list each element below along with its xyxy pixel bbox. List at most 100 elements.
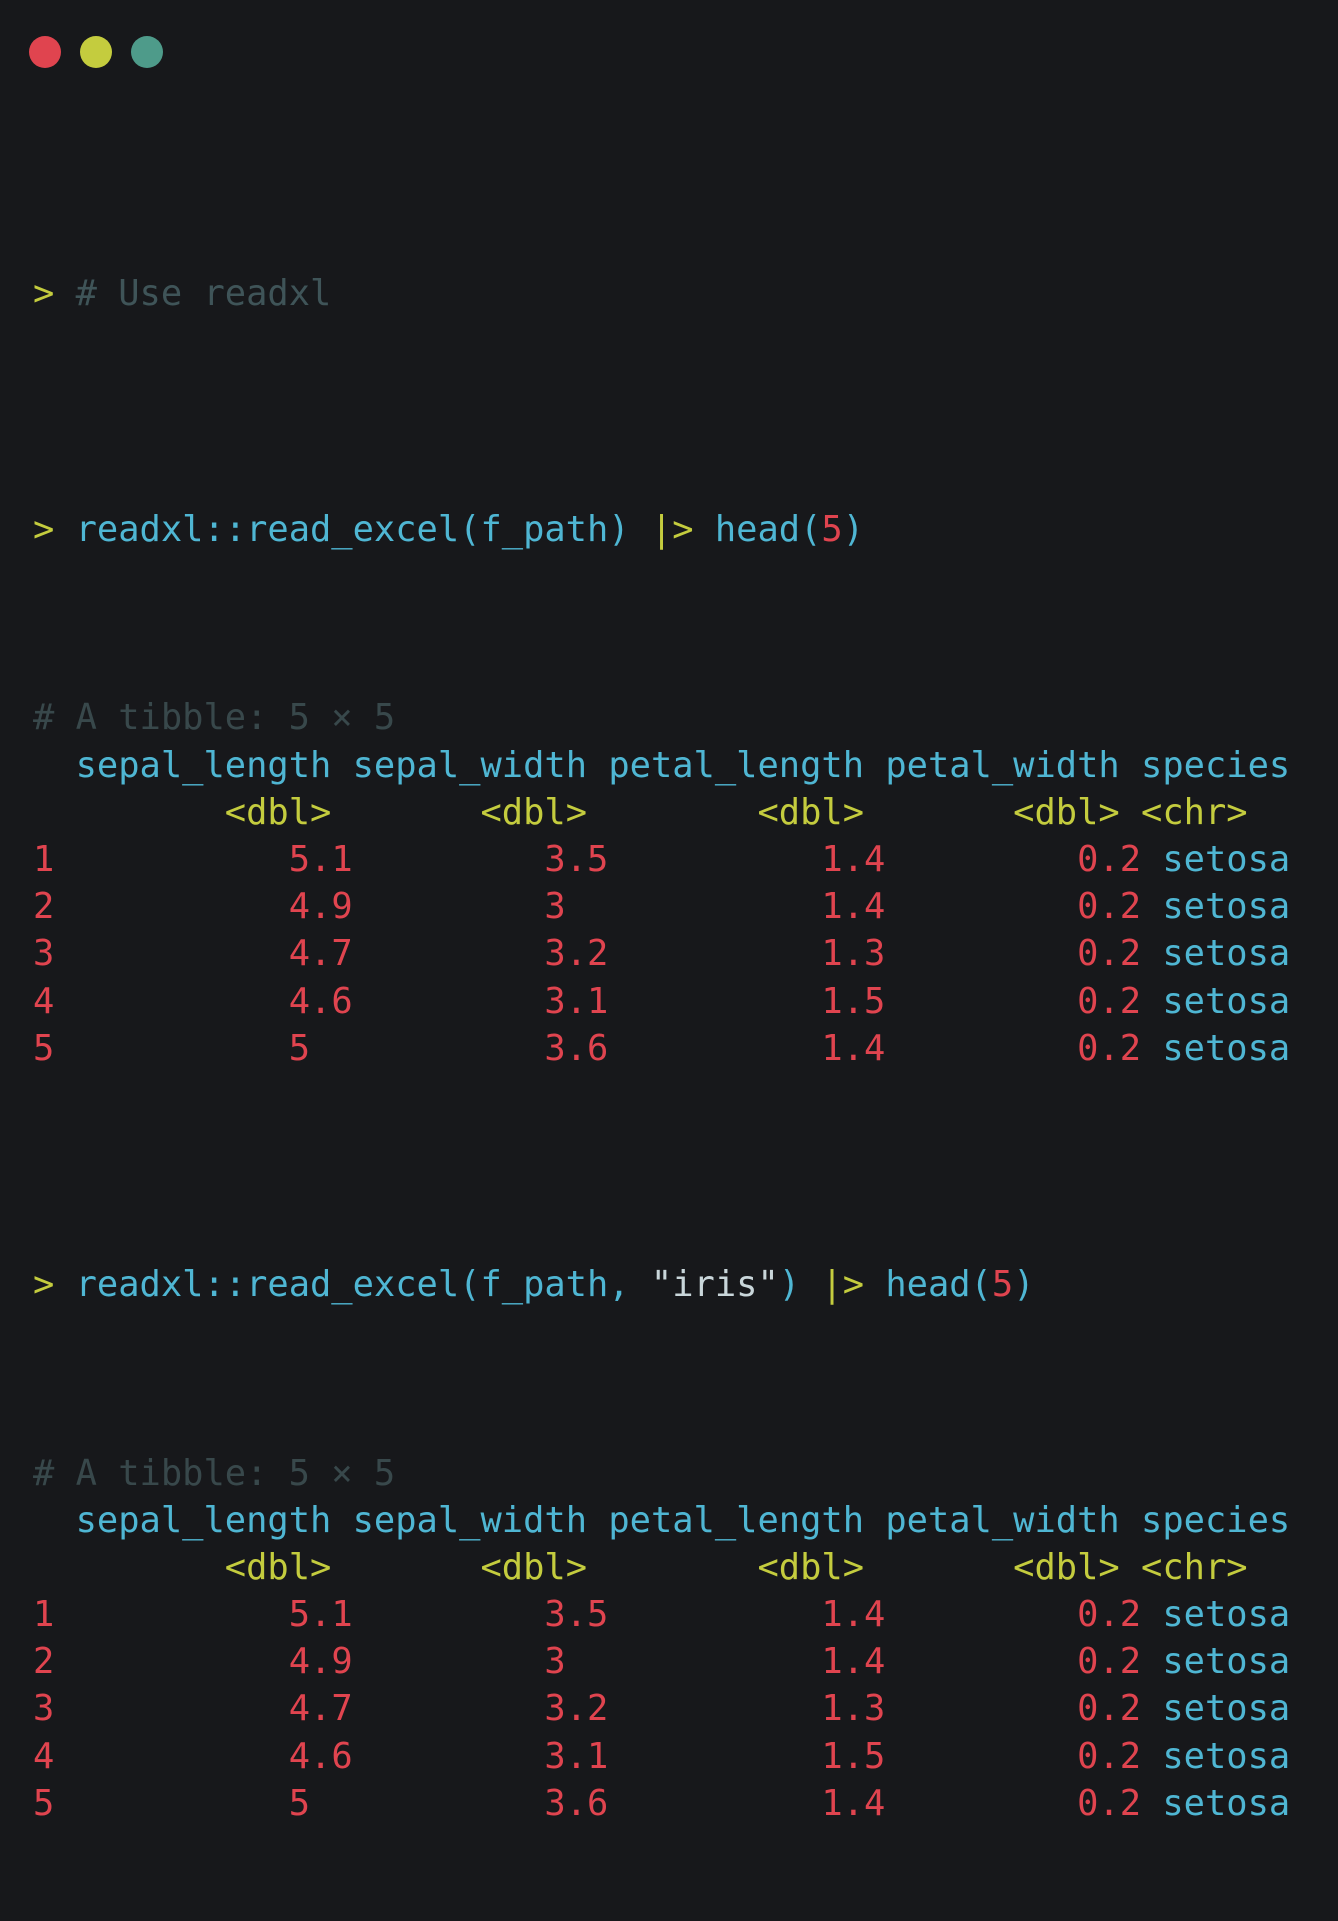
table-row: 2 4.9 3 1.4 0.2 setosa [33,1638,1290,1685]
table-row: 4 4.6 3.1 1.5 0.2 setosa [33,1733,1290,1780]
minimize-window-button[interactable] [80,36,112,68]
column-type: <dbl> [75,791,332,833]
head-argument: 5 [991,1263,1014,1305]
table-cell: 4.7 [96,1688,353,1730]
table-cell: 0.2 [906,980,1142,1022]
column-type: <dbl> [352,791,588,833]
tibble-dimensions: # A tibble: 5 × 5 [33,1452,396,1494]
close-window-button[interactable] [29,36,61,68]
close-paren: ) [842,508,865,550]
table-cell: 0.2 [906,1027,1142,1069]
table-cell: 3.2 [373,1688,609,1730]
table-cell: 4.7 [96,933,353,975]
column-name: sepal_width [352,1499,588,1541]
table-cell: setosa [1162,1594,1291,1636]
read-excel-call: readxl::read_excel(f_path) [75,508,630,550]
table-row: 2 4.9 3 1.4 0.2 setosa [33,883,1290,930]
table-cell: 3.1 [373,1735,609,1777]
prompt-symbol: > [33,272,55,314]
table-cell: setosa [1162,980,1291,1022]
table-cell: 3.1 [373,980,609,1022]
head-call: head( [714,508,822,550]
column-name: sepal_length [75,744,332,786]
column-type-row: <dbl> <dbl> <dbl> <dbl> <chr> [33,789,1290,836]
table-cell: 5.1 [96,838,353,880]
table-cell: 5.1 [96,1594,353,1636]
column-name: petal_width [885,744,1120,786]
table-cell: 4.9 [96,1641,353,1683]
column-type: <dbl> [608,791,865,833]
column-header-row: sepal_length sepal_width petal_length pe… [33,742,1291,789]
tibble-header: # A tibble: 5 × 5 [33,1450,1290,1497]
table-cell: 0.2 [906,838,1142,880]
row-number: 1 [33,838,55,880]
table-cell: setosa [1162,1782,1291,1824]
column-type-row: <dbl> <dbl> <dbl> <dbl> <chr> [33,1544,1290,1591]
row-number: 5 [33,1782,55,1824]
console-output: > # Use readxl > readxl::read_excel(f_pa… [33,128,1290,1921]
column-header-row: sepal_length sepal_width petal_length pe… [33,1497,1291,1544]
table-row: 1 5.1 3.5 1.4 0.2 setosa [33,836,1290,883]
column-type: <dbl> [608,1546,865,1588]
table-cell: 0.2 [906,886,1142,928]
row-number: 4 [33,980,55,1022]
close-paren: ) [1013,1263,1035,1305]
table-cell: setosa [1162,838,1291,880]
close-paren: ) [778,1263,801,1305]
table-cell: setosa [1162,933,1291,975]
table-cell: 1.4 [629,1782,886,1824]
table-row: 5 5 3.6 1.4 0.2 setosa [33,1025,1290,1072]
column-type: <chr> [1141,791,1248,833]
table-cell: setosa [1162,1641,1291,1683]
tibble-header: # A tibble: 5 × 5 [33,694,1290,741]
window-controls [29,36,163,68]
table-cell: 1.4 [629,1027,886,1069]
table-cell: 4.6 [96,1735,353,1777]
column-name: species [1141,1499,1291,1541]
comment-command-line: > # Use readxl [33,270,1290,317]
column-type: <chr> [1141,1546,1248,1588]
table-row: 4 4.6 3.1 1.5 0.2 setosa [33,978,1290,1025]
column-name: petal_length [608,1499,865,1541]
row-number: 4 [33,1735,55,1777]
pipe-operator: |> [650,508,694,550]
head-call: head( [885,1263,992,1305]
row-number: 1 [33,1594,55,1636]
table-cell: 5 [96,1782,353,1824]
pipe-operator: |> [821,1263,865,1305]
table-cell: 1.3 [629,933,886,975]
table-cell: setosa [1162,1735,1291,1777]
command-line-1: > readxl::read_excel(f_path) |> head(5) [33,506,1290,553]
table-cell: setosa [1162,886,1291,928]
table-cell: 3.5 [373,1594,609,1636]
column-name: petal_length [608,744,865,786]
sheet-argument: "iris" [650,1263,779,1305]
column-name: sepal_length [75,1499,332,1541]
table-cell: 1.4 [629,838,886,880]
command-line-2: > readxl::read_excel(f_path, "iris") |> … [33,1261,1290,1308]
table-cell: 1.5 [629,980,886,1022]
table-cell: 1.3 [629,1688,886,1730]
table-cell: 1.4 [629,1641,886,1683]
read-excel-call: readxl::read_excel(f_path, [75,1263,651,1305]
table-cell: 0.2 [906,1735,1142,1777]
code-comment: # Use readxl [75,272,332,314]
table-cell: 1.5 [629,1735,886,1777]
table-cell: 3.6 [373,1782,609,1824]
table-cell: setosa [1162,1688,1291,1730]
row-number: 2 [33,1641,55,1683]
table-cell: 3.5 [373,838,609,880]
table-cell: 5 [96,1027,353,1069]
tibble-output-1: # A tibble: 5 × 5 sepal_length sepal_wid… [33,694,1290,1072]
column-name: sepal_width [352,744,588,786]
table-row: 1 5.1 3.5 1.4 0.2 setosa [33,1591,1290,1638]
table-cell: 0.2 [906,1594,1142,1636]
zoom-window-button[interactable] [131,36,163,68]
table-cell: setosa [1162,1027,1291,1069]
column-name: petal_width [885,1499,1120,1541]
column-name: species [1141,744,1291,786]
table-cell: 1.4 [629,1594,886,1636]
table-cell: 3 [373,886,609,928]
prompt-symbol: > [33,508,55,550]
row-number: 2 [33,886,55,928]
